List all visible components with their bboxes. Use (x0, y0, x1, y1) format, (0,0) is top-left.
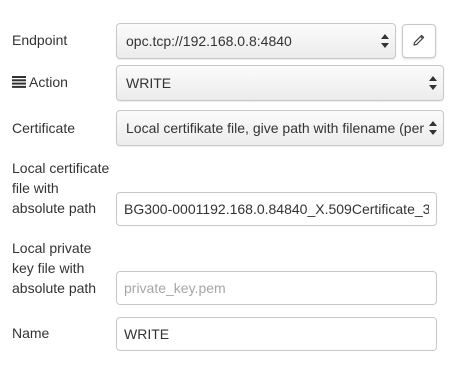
local-certificate-label-line: absolute path (12, 200, 97, 216)
local-private-key-label-line: absolute path (12, 280, 97, 296)
certificate-select[interactable]: Local certifikate file, give path with f… (116, 110, 444, 146)
local-private-key-label: Local private key file with absolute pat… (12, 238, 122, 298)
local-certificate-label: Local certificate file with absolute pat… (12, 158, 122, 218)
endpoint-label: Endpoint (12, 32, 68, 48)
select-arrows-icon (381, 34, 389, 48)
local-certificate-label-line: file with (12, 180, 59, 196)
name-label: Name (12, 325, 50, 341)
certificate-select-value: Local certifikate file, give path with f… (126, 120, 425, 136)
name-input[interactable] (116, 317, 437, 351)
certificate-label: Certificate (12, 120, 76, 136)
endpoint-select[interactable]: opc.tcp://192.168.0.8:4840 (116, 23, 396, 59)
action-select[interactable]: WRITE (116, 65, 444, 101)
select-arrows-icon (429, 121, 437, 135)
list-icon (12, 73, 26, 93)
local-private-key-label-line: Local private (12, 240, 92, 256)
local-certificate-label-line: Local certificate (12, 160, 110, 176)
edit-endpoint-button[interactable] (402, 24, 436, 58)
pencil-icon (413, 33, 425, 49)
private-key-path-input[interactable] (116, 271, 437, 305)
action-label-group: Action (12, 72, 68, 93)
action-select-value: WRITE (126, 75, 172, 91)
local-private-key-label-line: key file with (12, 260, 85, 276)
local-certificate-path-input[interactable] (116, 192, 437, 226)
action-label: Action (29, 74, 68, 90)
endpoint-select-value: opc.tcp://192.168.0.8:4840 (126, 33, 292, 49)
select-arrows-icon (429, 76, 437, 90)
